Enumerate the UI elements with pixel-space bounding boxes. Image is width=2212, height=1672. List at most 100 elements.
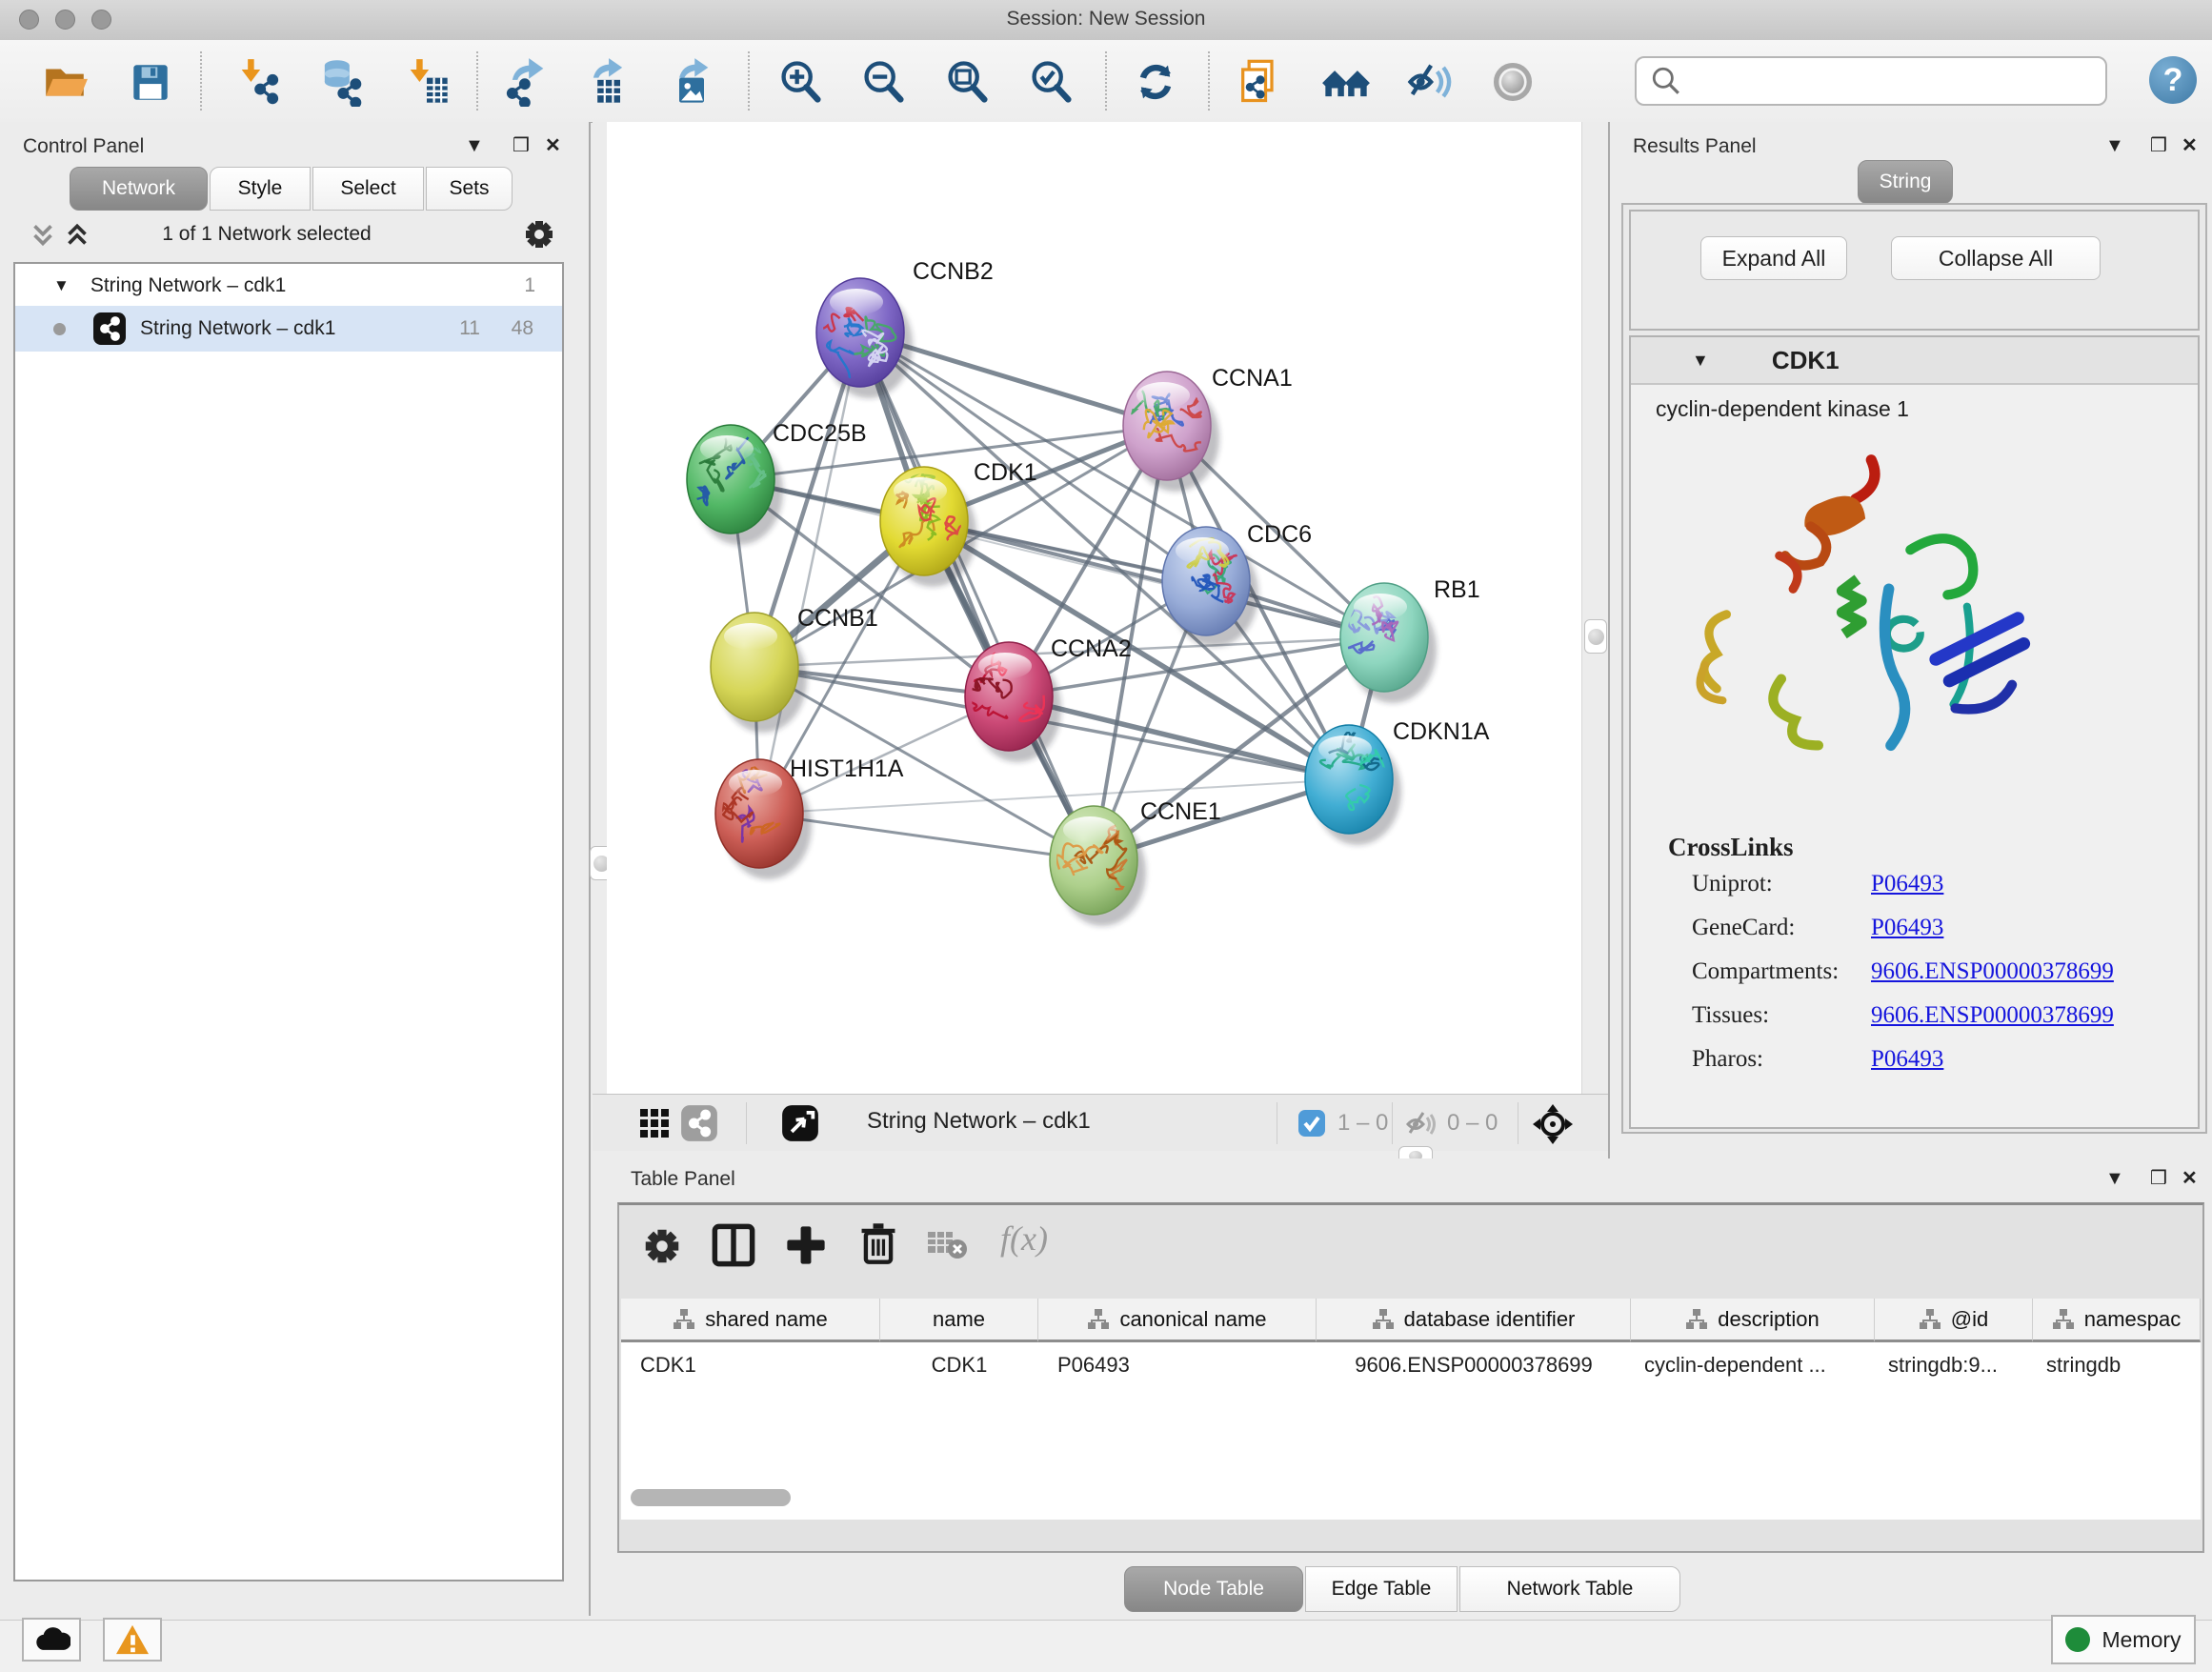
network-node-CDC6[interactable]: CDC6 (1162, 521, 1312, 647)
results-panel-menu-icon[interactable]: ▼ (2105, 135, 2124, 157)
crosslink-link[interactable]: 9606.ENSP00000378699 (1871, 958, 2114, 984)
results-panel-close-icon[interactable]: ✕ (2182, 133, 2198, 157)
column-header-canonical-name[interactable]: canonical name (1038, 1299, 1317, 1342)
save-session-icon[interactable] (126, 57, 175, 107)
table-cell[interactable]: CDK1 (880, 1345, 1038, 1385)
crosslink-row: Pharos:P06493 (1692, 1046, 1943, 1073)
tab-network[interactable]: Network (70, 167, 208, 211)
column-header-shared-name[interactable]: shared name (621, 1299, 880, 1342)
column-header-namespac[interactable]: namespac (2033, 1299, 2201, 1342)
first-neighbors-icon[interactable] (1321, 57, 1371, 107)
crosslink-label: GeneCard: (1692, 915, 1871, 941)
import-network-database-icon[interactable] (314, 57, 364, 107)
crosslink-link[interactable]: P06493 (1871, 1046, 1943, 1072)
network-node-HIST1H1A[interactable]: HIST1H1A (715, 755, 904, 879)
column-header-database-identifier[interactable]: database identifier (1317, 1299, 1631, 1342)
control-panel-menu-icon[interactable]: ▼ (465, 135, 484, 157)
network-row[interactable]: String Network – cdk1 11 48 (15, 306, 562, 352)
network-node-CDKN1A[interactable]: CDKN1A (1305, 718, 1490, 845)
show-columns-icon[interactable] (711, 1222, 756, 1273)
crosslink-link[interactable]: P06493 (1871, 871, 1943, 896)
export-image-icon[interactable] (667, 57, 716, 107)
clone-network-icon[interactable] (1235, 57, 1284, 107)
import-network-file-icon[interactable] (233, 57, 283, 107)
export-network-icon[interactable] (502, 57, 552, 107)
table-cell[interactable]: cyclin-dependent ... (1631, 1345, 1875, 1385)
network-node-CCNA1[interactable]: CCNA1 (1123, 365, 1293, 492)
gene-section-header[interactable]: ▼ CDK1 (1631, 337, 2198, 385)
zoom-selected-icon[interactable] (1027, 57, 1076, 107)
node-label-CCNA1: CCNA1 (1212, 365, 1293, 392)
help-button[interactable]: ? (2149, 56, 2197, 104)
results-panel: Results Panel ▼ ❒ ✕ String Expand All Co… (1608, 122, 2212, 1158)
network-node-RB1[interactable]: RB1 (1340, 576, 1480, 703)
grid-view-icon[interactable] (638, 1107, 671, 1144)
export-table-icon[interactable] (583, 57, 633, 107)
table-cell[interactable]: 9606.ENSP00000378699 (1317, 1345, 1631, 1385)
birdseye-toggle-icon[interactable] (781, 1104, 819, 1147)
tab-node-table[interactable]: Node Table (1124, 1566, 1303, 1612)
tab-style[interactable]: Style (210, 167, 311, 211)
selected-nodes-checkbox[interactable] (1297, 1109, 1326, 1142)
cloud-button[interactable] (22, 1618, 81, 1662)
collection-collapse-icon[interactable]: ▼ (53, 276, 70, 295)
table-cell[interactable]: P06493 (1038, 1345, 1317, 1385)
results-panel-float-icon[interactable]: ❒ (2150, 133, 2167, 157)
delete-column-trash-icon[interactable] (855, 1220, 901, 1271)
tab-select[interactable]: Select (312, 167, 424, 211)
table-panel-close-icon[interactable]: ✕ (2182, 1166, 2198, 1190)
right-splitter-handle[interactable] (1584, 619, 1607, 654)
network-node-CCNE1[interactable]: CCNE1 (1050, 798, 1221, 926)
network-node-CCNB2[interactable]: CCNB2 (810, 258, 994, 398)
delete-table-icon[interactable] (926, 1228, 970, 1267)
crosslink-row: Uniprot:P06493 (1692, 871, 1943, 897)
table-horizontal-scrollbar-thumb[interactable] (631, 1489, 791, 1506)
zoom-fit-icon[interactable] (943, 57, 993, 107)
tab-network-table[interactable]: Network Table (1459, 1566, 1680, 1612)
collection-count: 1 (524, 274, 535, 297)
string-view-icon[interactable] (680, 1104, 718, 1147)
tab-string[interactable]: String (1858, 160, 1953, 204)
import-table-file-icon[interactable] (402, 57, 452, 107)
tab-edge-table[interactable]: Edge Table (1305, 1566, 1458, 1612)
control-panel-float-icon[interactable]: ❒ (513, 133, 530, 157)
table-cell[interactable]: stringdb:9... (1875, 1345, 2033, 1385)
column-header-description[interactable]: description (1631, 1299, 1875, 1342)
table-settings-gear-icon[interactable] (640, 1224, 684, 1273)
table-cell[interactable]: CDK1 (621, 1345, 880, 1385)
network-node-CDK1[interactable]: CDK1 (880, 459, 1037, 587)
zoom-out-icon[interactable] (859, 57, 909, 107)
refresh-view-icon[interactable] (1131, 57, 1180, 107)
table-panel-float-icon[interactable]: ❒ (2150, 1166, 2167, 1190)
memory-button[interactable]: Memory (2051, 1615, 2196, 1664)
crosshair-icon[interactable] (1531, 1102, 1575, 1151)
network-collection-row[interactable]: ▼ String Network – cdk1 1 (15, 266, 562, 306)
eye-sphere-icon[interactable] (1488, 57, 1538, 107)
network-tree: ▼ String Network – cdk1 1 String Network… (13, 262, 564, 1581)
column-header-name[interactable]: name (880, 1299, 1038, 1342)
control-panel-close-icon[interactable]: ✕ (545, 133, 561, 157)
crosslink-link[interactable]: P06493 (1871, 915, 1943, 940)
add-column-plus-icon[interactable] (783, 1222, 829, 1273)
network-options-gear-icon[interactable] (520, 215, 558, 258)
hidden-eye-slash-icon[interactable] (1404, 1107, 1438, 1146)
function-builder-icon[interactable]: f(x) (1000, 1219, 1048, 1259)
crosslink-link[interactable]: 9606.ENSP00000378699 (1871, 1002, 2114, 1028)
network-node-CDC25B[interactable]: CDC25B (687, 420, 867, 545)
table-cell[interactable]: stringdb (2033, 1345, 2201, 1385)
warning-button[interactable] (103, 1618, 162, 1662)
column-header--id[interactable]: @id (1875, 1299, 2033, 1342)
zoom-in-icon[interactable] (776, 57, 826, 107)
expand-all-button[interactable]: Expand All (1700, 236, 1847, 280)
open-session-icon[interactable] (40, 57, 90, 107)
search-input[interactable] (1688, 61, 2105, 101)
collapse-all-button[interactable]: Collapse All (1891, 236, 2101, 280)
tab-sets[interactable]: Sets (426, 167, 513, 211)
network-canvas[interactable]: CCNB2CCNA1CDC25BCDK1CDC6RB1CCNB1CCNA2CDK… (607, 122, 1581, 1094)
table-panel-menu-icon[interactable]: ▼ (2105, 1168, 2124, 1190)
node-label-CDK1: CDK1 (974, 459, 1037, 486)
gene-collapse-icon[interactable]: ▼ (1692, 351, 1709, 371)
title-bar: Session: New Session (0, 0, 2212, 41)
show-hide-graphics-icon[interactable] (1404, 57, 1454, 107)
network-node-CCNB1[interactable]: CCNB1 (711, 605, 878, 733)
